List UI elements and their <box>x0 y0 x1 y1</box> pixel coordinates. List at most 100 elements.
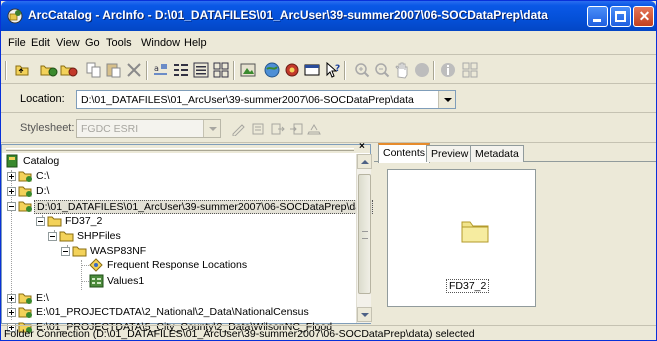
expand-icon[interactable] <box>7 308 16 317</box>
menu-edit[interactable]: Edit <box>31 37 50 49</box>
minimize-button[interactable] <box>587 6 608 27</box>
scroll-up-icon[interactable] <box>357 154 372 169</box>
close-button[interactable]: ✕ <box>633 6 654 27</box>
tree-node-label: D:\ <box>36 185 50 197</box>
connect-folder-icon[interactable] <box>40 61 58 79</box>
catalog-tree-header: × <box>2 141 370 153</box>
catalog-tree: Catalog C:\ D:\ D:\01_DATAFILES\01_ArcUs… <box>2 154 373 333</box>
menu-window[interactable]: Window <box>141 37 180 49</box>
search-icon[interactable] <box>283 61 301 79</box>
stylesheet-combobox[interactable]: FGDC ESRI <box>76 119 221 138</box>
whats-this-icon[interactable]: ? <box>324 61 342 79</box>
status-text: Folder Connection (D:\01_DATAFILES\01_Ar… <box>4 328 475 340</box>
tree-node-label: Values1 <box>107 275 145 287</box>
collapse-icon[interactable] <box>48 232 57 241</box>
tree-node-label: E:\ <box>36 292 49 304</box>
location-combobox[interactable]: D:\01_DATAFILES\01_ArcUser\39-summer2007… <box>76 90 456 109</box>
menu-file[interactable]: File <box>8 37 26 49</box>
toolbar-grip[interactable] <box>5 61 7 80</box>
list-icon[interactable] <box>172 61 190 79</box>
close-pane-icon[interactable]: × <box>359 141 365 152</box>
paste-icon[interactable] <box>105 61 123 79</box>
collapse-icon[interactable] <box>36 217 45 226</box>
expand-icon[interactable] <box>7 294 16 303</box>
arccatalog-app-icon <box>7 8 23 24</box>
folder-icon <box>47 216 62 227</box>
svg-text:a: a <box>154 64 159 73</box>
window-title: ArcCatalog - ArcInfo - D:\01_DATAFILES\0… <box>28 8 548 22</box>
menu-view[interactable]: View <box>56 37 80 49</box>
status-bar: Folder Connection (D:\01_DATAFILES\01_Ar… <box>1 325 656 340</box>
tree-node-label: Catalog <box>23 155 60 167</box>
stylesheet-dropdown-button[interactable] <box>203 120 220 137</box>
tree-connector <box>81 265 89 266</box>
tree-node-label-selected: D:\01_DATAFILES\01_ArcUser\39-summer2007… <box>34 200 373 214</box>
zoom-in-icon[interactable] <box>353 61 371 79</box>
scroll-down-icon[interactable] <box>357 307 372 322</box>
tree-node-label: E:\01_PROJECTDATA\2_National\2_Data\Nati… <box>36 306 309 318</box>
collapse-icon[interactable] <box>61 247 70 256</box>
location-dropdown-button[interactable] <box>438 91 455 108</box>
tab-metadata[interactable]: Metadata <box>470 145 524 162</box>
table-icon <box>89 274 104 288</box>
create-thumbnail-icon[interactable] <box>461 61 479 79</box>
expand-icon[interactable] <box>7 187 16 196</box>
launch-arcmap-icon[interactable] <box>239 61 257 79</box>
toolbar-separator <box>344 61 346 80</box>
location-toolbar: Location: D:\01_DATAFILES\01_ArcUser\39-… <box>1 85 656 113</box>
folder-icon <box>59 231 74 242</box>
copy-icon[interactable] <box>85 61 103 79</box>
maximize-button[interactable] <box>610 6 631 27</box>
update-metadata-icon[interactable] <box>307 122 322 136</box>
metadata-properties-icon[interactable] <box>251 122 266 136</box>
identify-icon[interactable] <box>439 61 457 79</box>
toolbar-separator <box>146 61 148 80</box>
menu-tools[interactable]: Tools <box>106 37 132 49</box>
menu-go[interactable]: Go <box>85 37 100 49</box>
thumbnail-item[interactable]: FD37_2 <box>387 169 536 307</box>
metadata-toolbar: Stylesheet: FGDC ESRI <box>1 113 656 143</box>
tab-preview[interactable]: Preview <box>426 145 474 162</box>
tree-connector <box>81 281 89 282</box>
title-bar[interactable]: ArcCatalog - ArcInfo - D:\01_DATAFILES\0… <box>1 1 656 31</box>
scroll-thumb[interactable] <box>358 174 371 294</box>
export-metadata-icon[interactable] <box>270 122 285 136</box>
drive-folder-icon <box>18 201 32 212</box>
collapse-icon[interactable] <box>7 202 16 211</box>
maximize-icon <box>615 11 626 22</box>
toolbar-separator <box>233 61 235 80</box>
drive-folder-icon <box>18 293 32 304</box>
large-icons-icon[interactable]: a <box>152 61 170 79</box>
full-extent-icon[interactable] <box>413 61 431 79</box>
catalog-tree-icon[interactable] <box>263 61 281 79</box>
edit-metadata-icon[interactable] <box>231 122 246 136</box>
tree-node-label: SHPFiles <box>77 230 121 242</box>
arctoolbox-icon[interactable] <box>303 61 321 79</box>
up-one-level-icon[interactable] <box>14 61 32 79</box>
details-icon[interactable] <box>192 61 210 79</box>
tree-node-label: Frequent Response Locations <box>107 259 248 271</box>
location-value[interactable]: D:\01_DATAFILES\01_ArcUser\39-summer2007… <box>81 94 414 106</box>
thumbnails-icon[interactable] <box>212 61 230 79</box>
menu-bar: File Edit View Go Tools Window Help <box>1 31 656 55</box>
stylesheet-label: Stylesheet: <box>20 122 75 134</box>
catalog-icon <box>6 154 18 168</box>
drive-folder-icon <box>18 171 32 182</box>
menu-help[interactable]: Help <box>184 37 207 49</box>
folder-icon <box>461 221 489 243</box>
pan-icon[interactable] <box>393 61 411 79</box>
disconnect-folder-icon[interactable] <box>60 61 78 79</box>
tree-vertical-scrollbar[interactable] <box>356 154 372 323</box>
pane-grip[interactable] <box>6 148 354 151</box>
close-icon: ✕ <box>638 8 651 24</box>
delete-icon[interactable] <box>125 61 143 79</box>
expand-icon[interactable] <box>7 172 16 181</box>
tree-node-label: C:\ <box>36 170 50 182</box>
contents-view: FD37_2 <box>375 163 656 324</box>
location-label: Location: <box>20 93 65 105</box>
import-metadata-icon[interactable] <box>289 122 304 136</box>
tab-contents[interactable]: Contents <box>378 143 431 163</box>
svg-text:?: ? <box>335 64 340 74</box>
tree-node-label: WASP83NF <box>90 245 147 257</box>
zoom-out-icon[interactable] <box>373 61 391 79</box>
